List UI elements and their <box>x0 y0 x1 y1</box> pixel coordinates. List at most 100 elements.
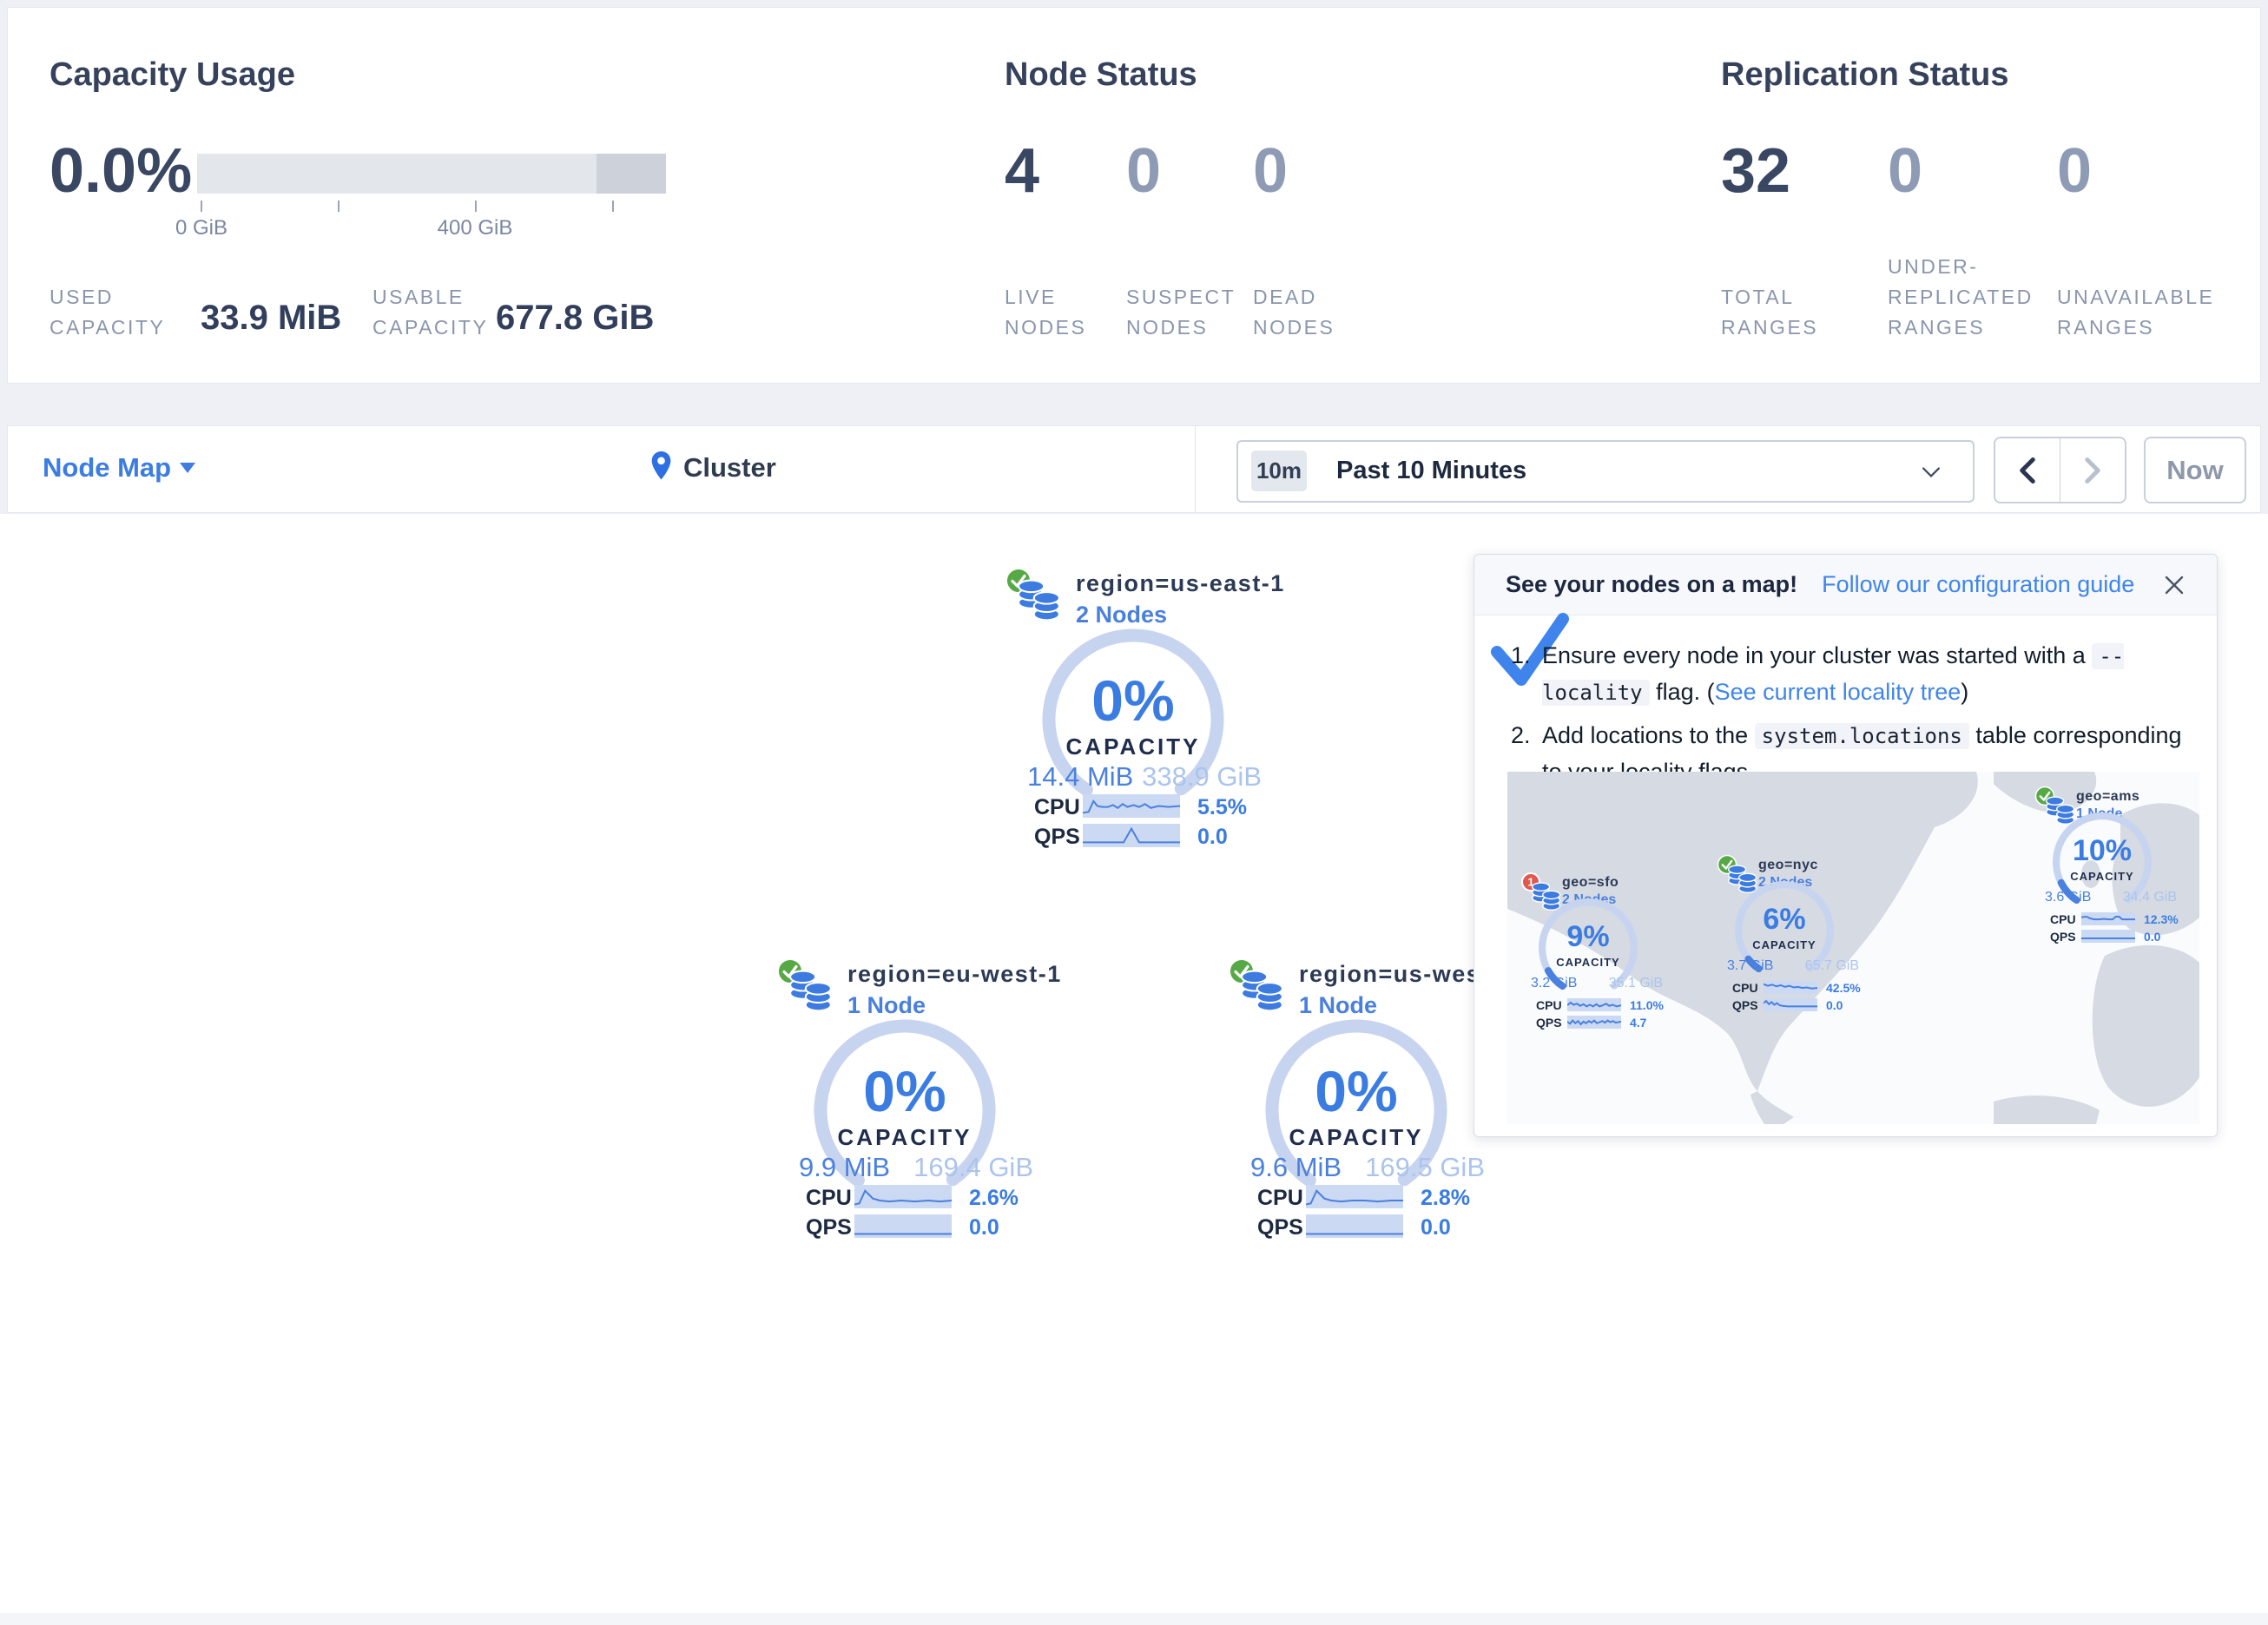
cpu-value: 2.8% <box>1421 1186 1470 1211</box>
qps-sparkline <box>854 1214 952 1238</box>
cpu-metric-row: CPU 42.5% <box>1708 981 1882 996</box>
capacity-axis-tick <box>338 201 340 212</box>
capacity-gauge-label: CAPACITY <box>1732 938 1836 951</box>
cpu-label: CPU <box>1257 1186 1303 1211</box>
usable-capacity-value: 677.8 GiB <box>496 299 654 338</box>
total-ranges-count: 32 <box>1721 140 1790 202</box>
cpu-metric-row: CPU 2.8% <box>1131 1185 1582 1211</box>
qps-value: 0.0 <box>969 1215 999 1240</box>
region-node-eu-west-1: region=eu-west-1 1 Node 0% CAPACITY 9.9 … <box>679 957 1131 1253</box>
qps-metric-row: QPS 0.0 <box>2026 930 2199 944</box>
chevron-left-icon <box>2018 457 2037 484</box>
capacity-total-value: 65.7 GiB <box>1805 958 1859 974</box>
qps-label: QPS <box>1034 825 1080 850</box>
chevron-down-icon[interactable] <box>180 463 195 473</box>
live-nodes-count: 4 <box>1005 140 1039 202</box>
location-pin-icon <box>650 451 672 485</box>
under-replicated-ranges-label: UNDER-REPLICATED RANGES <box>1888 252 2037 343</box>
unavailable-ranges-count: 0 <box>2057 140 2092 202</box>
capacity-bar-reserved-segment <box>597 154 666 194</box>
qps-metric-row: QPS 0.0 <box>1131 1214 1582 1240</box>
cpu-label: CPU <box>1536 998 1562 1012</box>
capacity-axis-label-0: 0 GiB <box>149 216 254 240</box>
database-nodes-icon <box>1240 970 1285 1017</box>
region-node-us-east-1: region=us-east-1 2 Nodes 0% CAPACITY 14.… <box>907 567 1359 862</box>
usable-capacity-label: USABLE CAPACITY <box>373 282 516 343</box>
capacity-gauge-label: CAPACITY <box>907 734 1359 760</box>
chevron-down-icon <box>1922 466 1940 482</box>
capacity-gauge-percent: 0% <box>907 668 1359 734</box>
toolbar-divider <box>1195 426 1196 512</box>
capacity-used-value: 3.2 GiB <box>1531 976 1577 991</box>
time-step-back-button[interactable] <box>1995 438 2060 502</box>
capacity-usage-title: Capacity Usage <box>49 56 295 94</box>
qps-metric-row: QPS 0.0 <box>679 1214 1131 1240</box>
database-nodes-icon <box>788 970 834 1017</box>
breadcrumb: Cluster <box>683 452 776 484</box>
qps-label: QPS <box>2050 930 2076 944</box>
close-icon[interactable] <box>2163 574 2186 596</box>
suspect-nodes-count: 0 <box>1126 140 1161 202</box>
qps-metric-row: QPS 0.0 <box>1708 998 1882 1013</box>
configuration-guide-link[interactable]: Follow our configuration guide <box>1822 571 2134 598</box>
cpu-label: CPU <box>2050 912 2076 926</box>
dead-nodes-count: 0 <box>1253 140 1288 202</box>
time-range-badge: 10m <box>1251 451 1307 491</box>
capacity-gauge-values: 14.4 MiB 338.9 GiB <box>1027 761 1262 793</box>
capacity-gauge-percent: 0% <box>679 1058 1131 1124</box>
time-step-forward-button[interactable] <box>2060 438 2125 502</box>
suspect-nodes-label: SUSPECT NODES <box>1126 282 1232 343</box>
cpu-sparkline <box>1306 1185 1403 1208</box>
capacity-axis-tick <box>475 201 477 212</box>
cpu-metric-row: CPU 2.6% <box>679 1185 1131 1211</box>
config-step-1: 1. Ensure every node in your cluster was… <box>1511 638 2205 711</box>
used-capacity-label: USED CAPACITY <box>49 282 193 343</box>
capacity-axis-tick <box>612 201 614 212</box>
capacity-gauge-values: 3.7 GiB 65.7 GiB <box>1727 958 1859 974</box>
under-replicated-ranges-count: 0 <box>1888 140 1922 202</box>
cpu-metric-row: CPU 12.3% <box>2026 912 2199 927</box>
capacity-percent: 0.0% <box>49 140 192 202</box>
locality-tree-link[interactable]: See current locality tree <box>1715 679 1961 705</box>
qps-metric-row: QPS 0.0 <box>907 824 1359 850</box>
chevron-right-icon <box>2083 457 2102 484</box>
map-node-geo-sfo: 1 geo=sfo 2 Nodes 9% CAPACITY 3.2 GiB 35… <box>1512 872 1685 1033</box>
capacity-gauge-label: CAPACITY <box>679 1124 1131 1151</box>
capacity-total-value: 169.5 GiB <box>1365 1152 1485 1183</box>
capacity-gauge-percent: 10% <box>2050 834 2154 868</box>
region-locality-label: region=us-east-1 <box>1076 570 1285 597</box>
locality-label: geo=ams <box>2076 789 2139 805</box>
time-range-dropdown[interactable]: 10m Past 10 Minutes <box>1236 440 1975 503</box>
region-locality-label: region=eu-west-1 <box>847 961 1062 988</box>
map-node-geo-ams: geo=ams 1 Node 10% CAPACITY 3.6 GiB 34.4… <box>2026 786 2199 947</box>
bottom-strip <box>0 1613 2268 1625</box>
qps-label: QPS <box>1536 1016 1562 1030</box>
popup-header: See your nodes on a map! Follow our conf… <box>1474 555 2217 615</box>
capacity-gauge-percent: 9% <box>1536 920 1640 954</box>
cpu-value: 12.3% <box>2144 912 2179 926</box>
qps-metric-row: QPS 4.7 <box>1512 1016 1685 1030</box>
qps-sparkline <box>2081 930 2135 943</box>
dead-nodes-label: DEAD NODES <box>1253 282 1350 343</box>
qps-value: 0.0 <box>2144 930 2160 944</box>
capacity-total-value: 35.1 GiB <box>1609 976 1663 991</box>
now-button[interactable]: Now <box>2144 437 2246 503</box>
node-map-config-popup: See your nodes on a map! Follow our conf… <box>1474 554 2218 1137</box>
view-selector-node-map[interactable]: Node Map <box>43 452 171 484</box>
qps-label: QPS <box>806 1215 852 1240</box>
cpu-label: CPU <box>1034 795 1080 820</box>
capacity-total-value: 169.4 GiB <box>913 1152 1033 1183</box>
live-nodes-label: LIVE NODES <box>1005 282 1102 343</box>
map-toolbar: Node Map Cluster 10m Past 10 Minutes <box>7 425 2261 513</box>
capacity-bar <box>197 154 666 194</box>
qps-value: 4.7 <box>1630 1016 1646 1030</box>
qps-value: 0.0 <box>1197 825 1228 850</box>
cpu-sparkline <box>2081 912 2135 925</box>
qps-label: QPS <box>1257 1215 1303 1240</box>
cpu-value: 5.5% <box>1197 795 1247 820</box>
total-ranges-label: TOTAL RANGES <box>1721 282 1825 343</box>
capacity-used-value: 9.9 MiB <box>799 1152 890 1183</box>
capacity-gauge-label: CAPACITY <box>1536 956 1640 969</box>
map-node-geo-nyc: geo=nyc 2 Nodes 6% CAPACITY 3.7 GiB 65.7… <box>1708 854 1882 1016</box>
capacity-total-value: 338.9 GiB <box>1142 761 1262 793</box>
